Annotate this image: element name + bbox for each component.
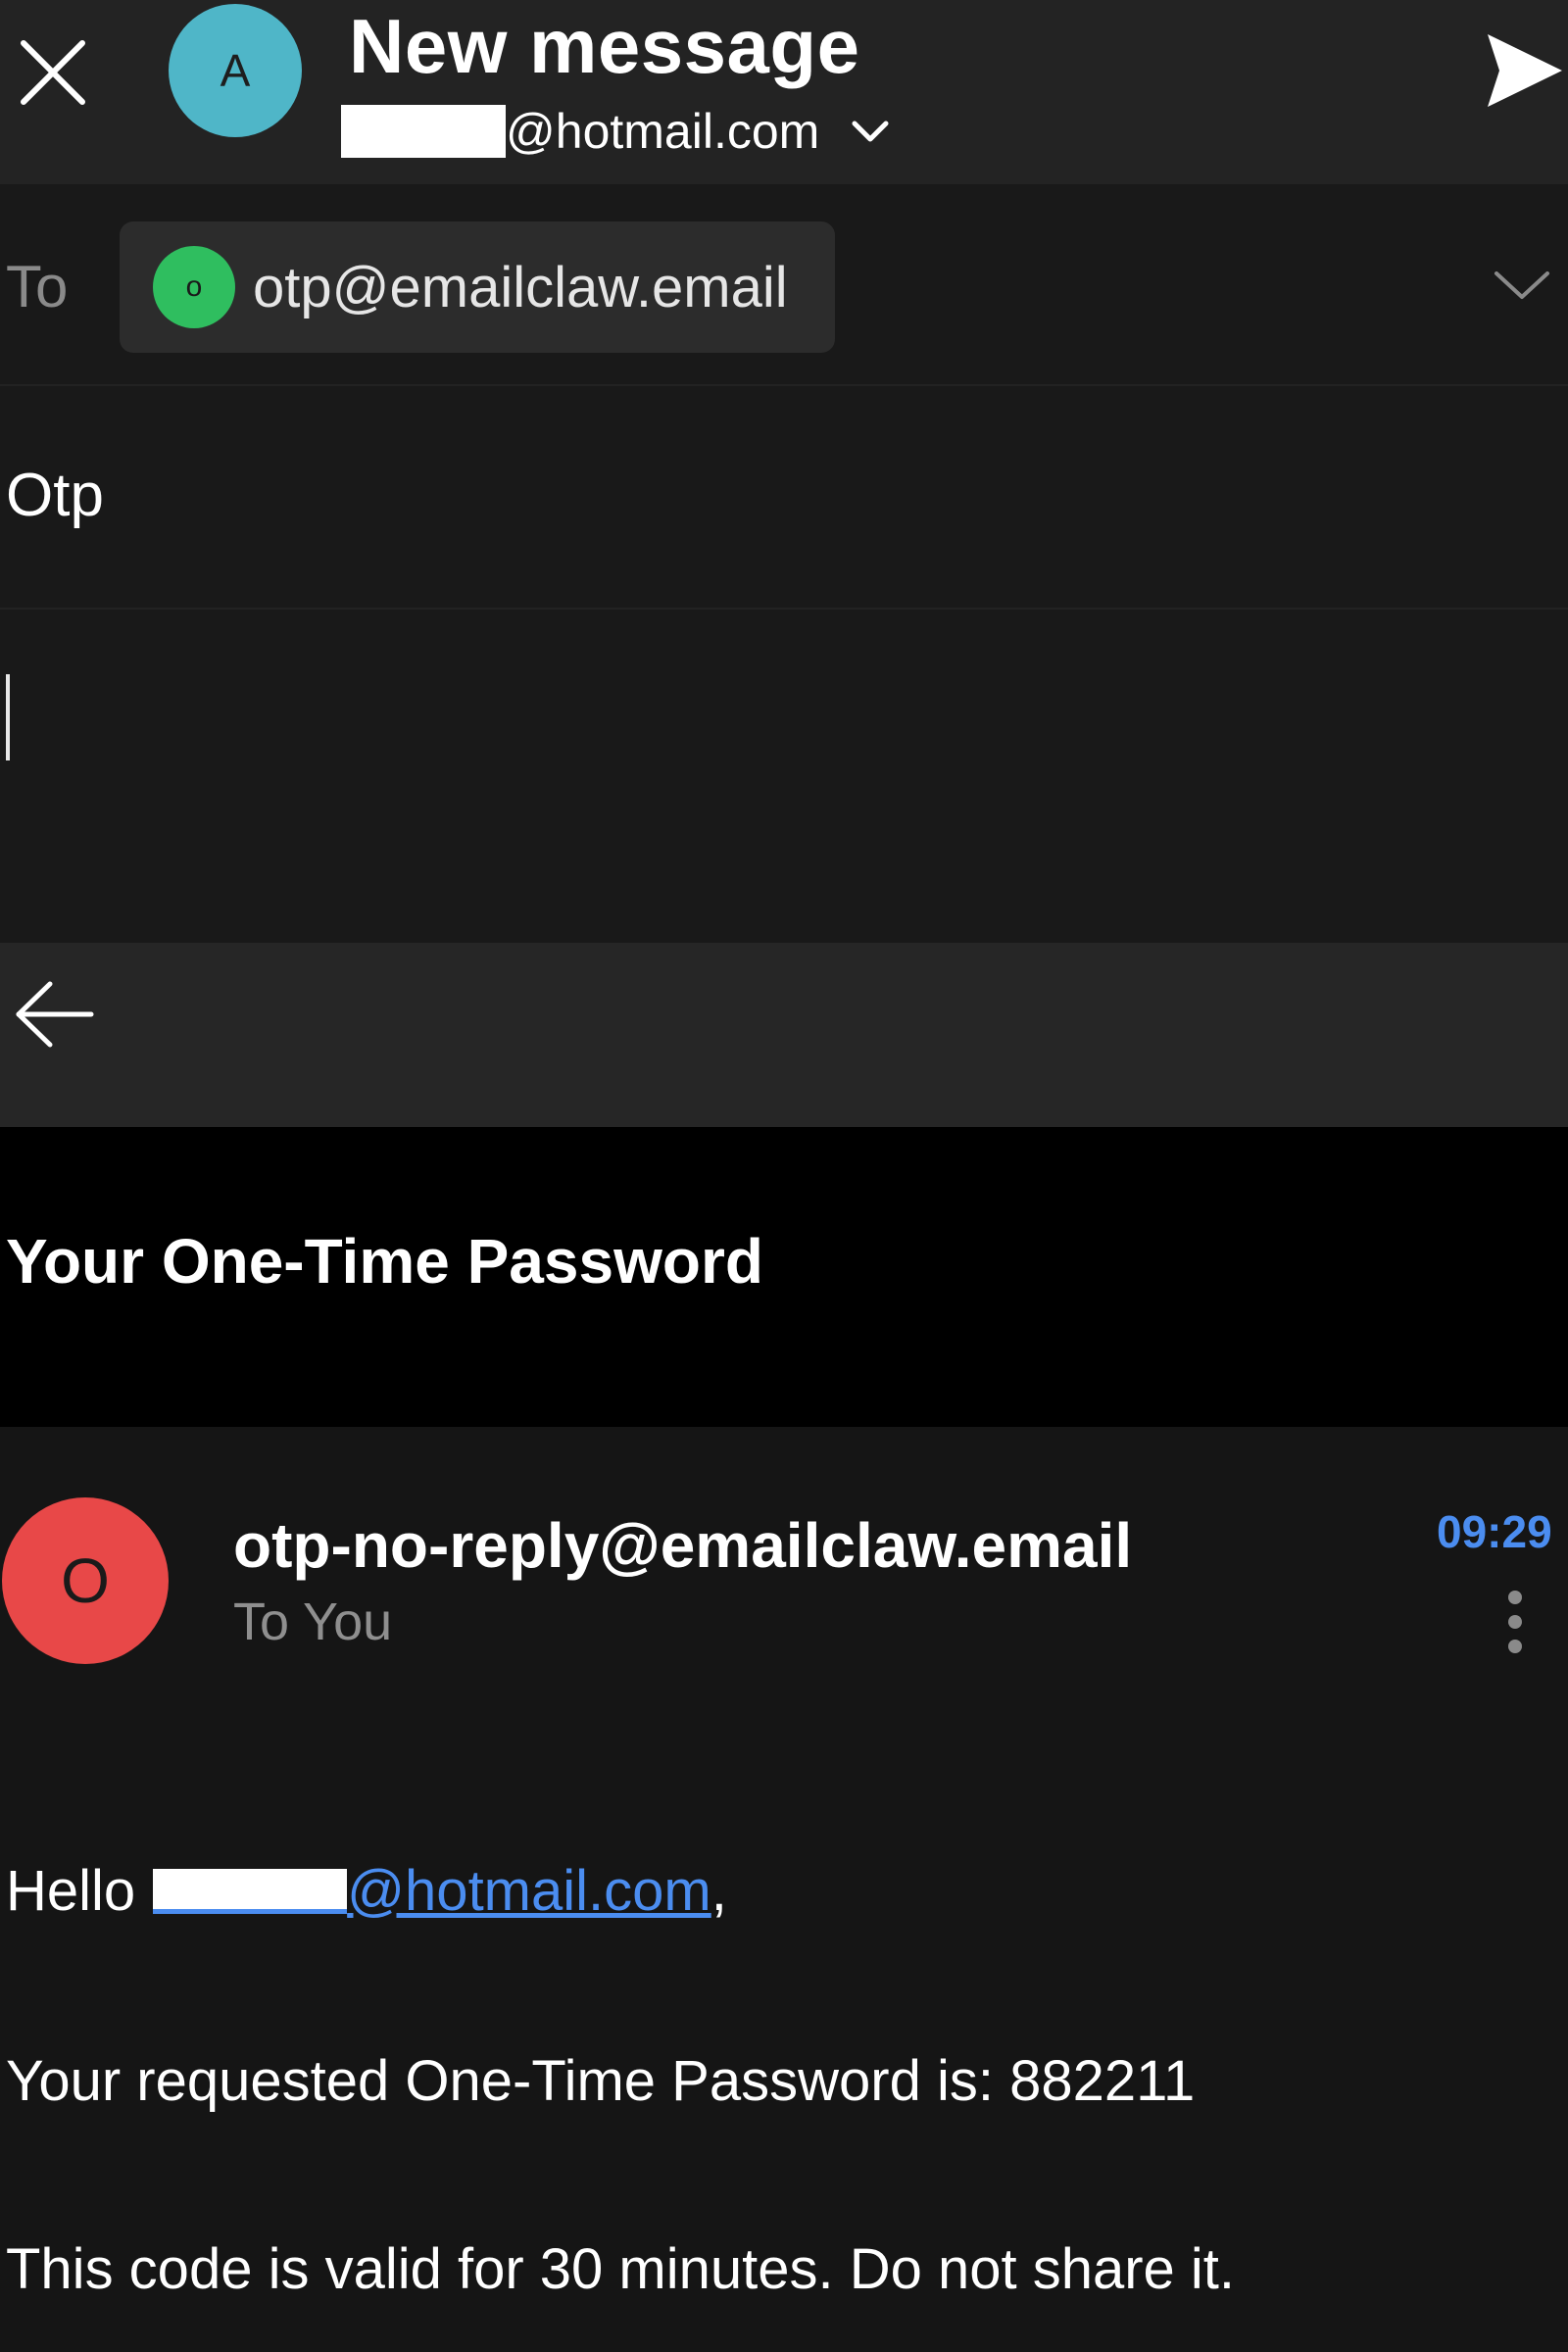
more-options-button[interactable] — [1486, 1578, 1544, 1666]
subject-field-row[interactable]: Otp — [0, 386, 1568, 610]
greeting-email-link[interactable]: @hotmail.com — [153, 1858, 711, 1924]
account-avatar[interactable]: A — [169, 4, 302, 137]
back-button[interactable] — [10, 970, 98, 1058]
validity-paragraph: This code is valid for 30 minutes. Do no… — [6, 2237, 1236, 2301]
recipient-email: otp@emailclaw.email — [253, 255, 788, 319]
from-account-selector[interactable]: @hotmail.com — [341, 100, 890, 163]
expand-recipients-button[interactable] — [1488, 251, 1556, 319]
arrow-left-icon — [16, 981, 94, 1048]
greeting-link-domain: @hotmail.com — [347, 1859, 711, 1923]
close-icon — [21, 40, 85, 105]
redacted-username — [153, 1868, 348, 1914]
to-field-row: To o otp@emailclaw.email — [0, 184, 1568, 386]
send-button[interactable] — [1480, 22, 1568, 120]
message-body-input[interactable] — [0, 610, 1568, 943]
to-label: To — [6, 254, 69, 319]
recipient-chip[interactable]: o otp@emailclaw.email — [120, 221, 835, 353]
redacted-username — [341, 105, 506, 158]
otp-paragraph: Your requested One-Time Password is: 882… — [6, 2049, 1196, 2113]
sender-email: otp-no-reply@emailclaw.email — [233, 1510, 1133, 1581]
chevron-down-icon — [1494, 271, 1549, 299]
quoted-subject: Your One-Time Password — [6, 1226, 763, 1297]
greeting-prefix: Hello — [6, 1859, 136, 1923]
greeting-line: Hello @hotmail.com , — [6, 1858, 727, 1924]
quoted-message-toolbar — [0, 943, 1568, 1127]
message-time: 09:29 — [1437, 1506, 1552, 1557]
quoted-message: O otp-no-reply@emailclaw.email To You 09… — [0, 1427, 1568, 2352]
quoted-subject-banner: Your One-Time Password — [0, 1127, 1568, 1427]
page-title: New message — [349, 3, 860, 89]
greeting-suffix: , — [710, 1859, 727, 1923]
more-vertical-icon — [1508, 1591, 1522, 1653]
send-icon — [1488, 34, 1562, 107]
from-email-domain: @hotmail.com — [506, 104, 820, 159]
subject-input[interactable]: Otp — [6, 461, 104, 530]
compose-header: A New message @hotmail.com — [0, 0, 1568, 184]
sender-avatar: O — [2, 1497, 169, 1664]
chevron-down-icon — [851, 118, 890, 145]
recipient-line: To You — [233, 1592, 393, 1651]
close-button[interactable] — [14, 33, 92, 112]
recipient-avatar: o — [153, 246, 235, 328]
text-caret — [6, 674, 10, 760]
